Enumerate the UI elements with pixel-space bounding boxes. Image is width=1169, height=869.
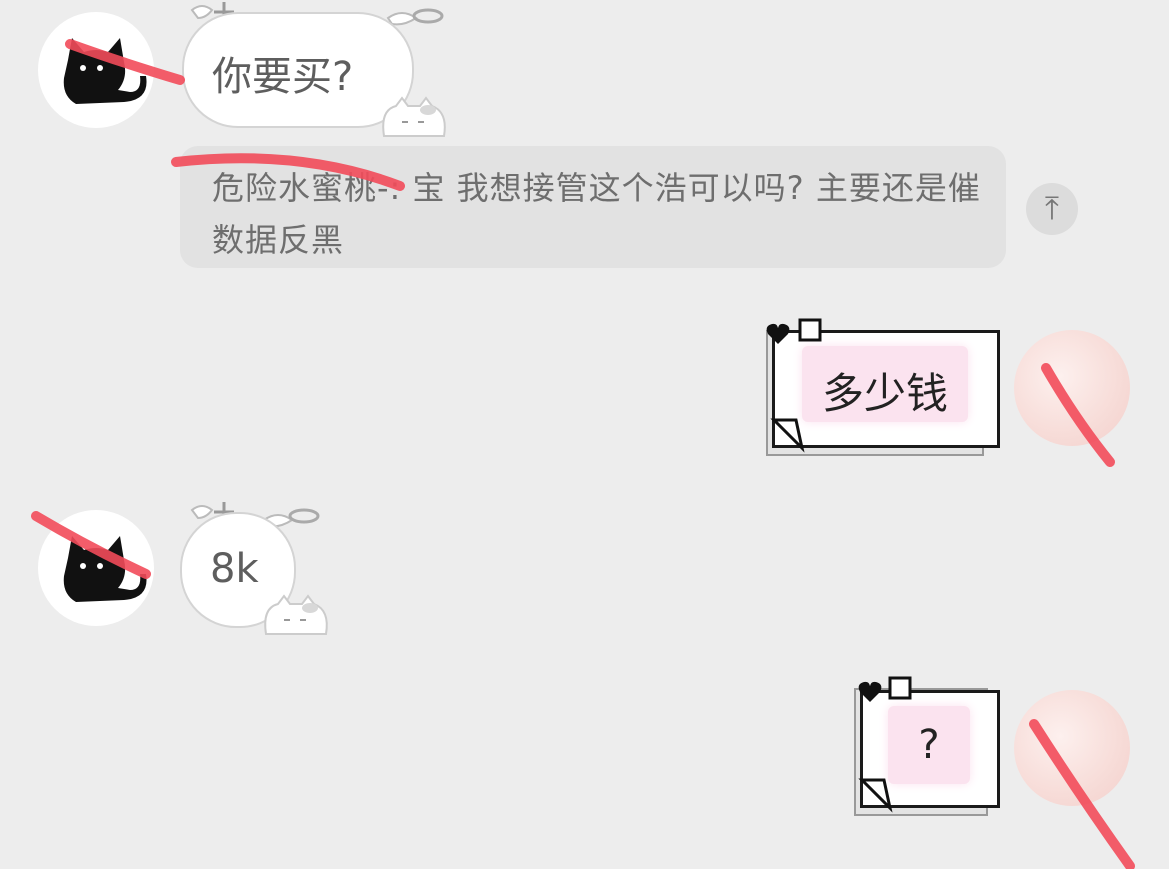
heart-icon — [766, 318, 822, 344]
heart-icon — [858, 676, 912, 702]
avatar-other[interactable] — [38, 510, 154, 626]
page-curl-icon — [858, 778, 893, 813]
page-curl-icon — [770, 418, 805, 453]
message-bubble-4[interactable]: ? — [854, 676, 1002, 816]
arrow-up-bar-icon[interactable]: ⤒ — [1026, 183, 1078, 235]
avatar-self[interactable] — [1014, 330, 1130, 446]
quoted-message-text: 危险水蜜桃-: 宝 我想接管这个浩可以吗? 主要还是催数据反黑 — [212, 169, 981, 259]
cat-sticker-decoration — [260, 594, 332, 640]
quoted-message[interactable]: 危险水蜜桃-: 宝 我想接管这个浩可以吗? 主要还是催数据反黑 — [180, 146, 1006, 268]
avatar-other[interactable] — [38, 12, 154, 128]
cat-sticker-decoration — [378, 96, 450, 142]
message-text: 你要买? — [212, 54, 354, 100]
message-text: 多少钱 — [821, 369, 948, 418]
black-cat-icon — [63, 38, 147, 104]
avatar-self[interactable] — [1014, 690, 1130, 806]
message-text: ? — [918, 722, 940, 768]
message-text: 8k — [210, 546, 259, 592]
black-cat-icon — [63, 536, 147, 602]
message-bubble-2[interactable]: 多少钱 — [762, 318, 1002, 458]
